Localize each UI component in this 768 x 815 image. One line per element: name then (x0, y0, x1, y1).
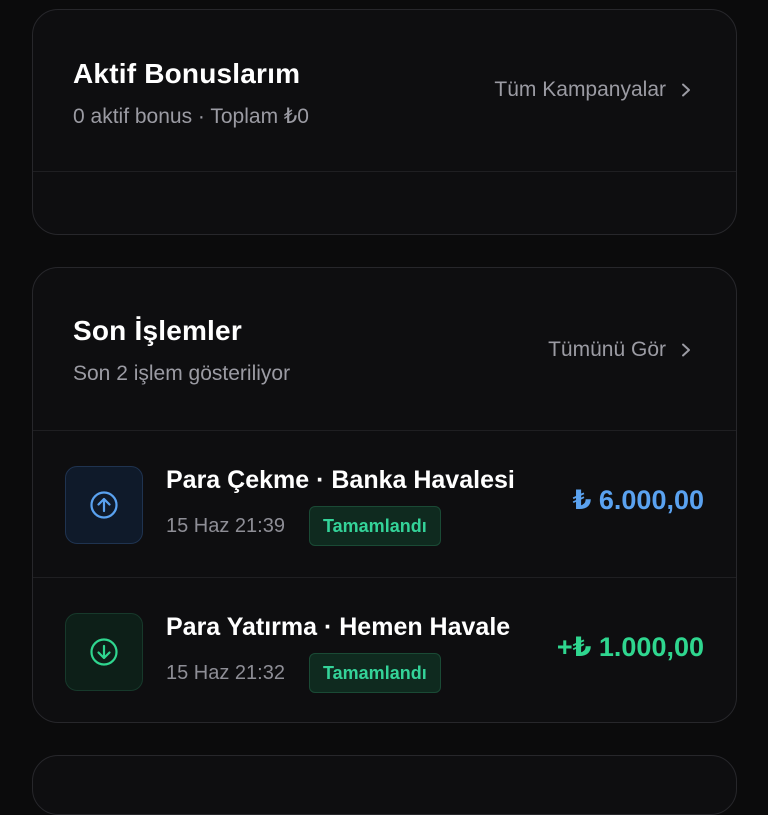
status-badge: Tamamlandı (309, 506, 441, 546)
transaction-date: 15 Haz 21:39 (166, 515, 285, 537)
transaction-date: 15 Haz 21:32 (166, 662, 285, 684)
active-bonuses-summary: 0 aktif bonus · Toplam ₺0 (73, 105, 309, 128)
recent-transactions-title: Son İşlemler (73, 315, 242, 346)
see-all-link[interactable]: Tümünü Gör (548, 338, 692, 362)
transaction-amount: ₺ 6.000,00 (572, 485, 704, 515)
chevron-right-icon (682, 343, 690, 357)
withdraw-icon-box (65, 466, 143, 544)
divider (33, 171, 736, 172)
arrow-up-circle-icon (90, 491, 118, 519)
recent-transactions-summary: Son 2 işlem gösteriliyor (73, 362, 291, 385)
all-campaigns-link[interactable]: Tüm Kampanyalar (494, 78, 692, 102)
active-bonuses-card: Aktif Bonuslarım 0 aktif bonus · Toplam … (32, 9, 737, 235)
transaction-row-deposit[interactable]: Para Yatırma · Hemen Havale 15 Haz 21:32… (33, 577, 736, 722)
transaction-amount: +₺ 1.000,00 (556, 632, 704, 662)
transaction-row-withdraw[interactable]: Para Çekme · Banka Havalesi 15 Haz 21:39… (33, 431, 736, 577)
recent-transactions-card: Son İşlemler Son 2 işlem gösteriliyor Tü… (32, 267, 737, 723)
recent-transactions-header: Son İşlemler Son 2 işlem gösteriliyor Tü… (33, 268, 736, 430)
all-campaigns-label: Tüm Kampanyalar (494, 78, 666, 101)
active-bonuses-header: Aktif Bonuslarım 0 aktif bonus · Toplam … (33, 10, 736, 171)
transaction-name: Para Çekme · Banka Havalesi (166, 466, 515, 494)
arrow-down-circle-icon (90, 638, 118, 666)
chevron-right-icon (682, 83, 690, 97)
see-all-label: Tümünü Gör (548, 338, 666, 361)
next-card (32, 755, 737, 815)
transaction-name: Para Yatırma · Hemen Havale (166, 613, 511, 641)
status-badge: Tamamlandı (309, 653, 441, 693)
active-bonuses-title: Aktif Bonuslarım (73, 58, 301, 89)
deposit-icon-box (65, 613, 143, 691)
